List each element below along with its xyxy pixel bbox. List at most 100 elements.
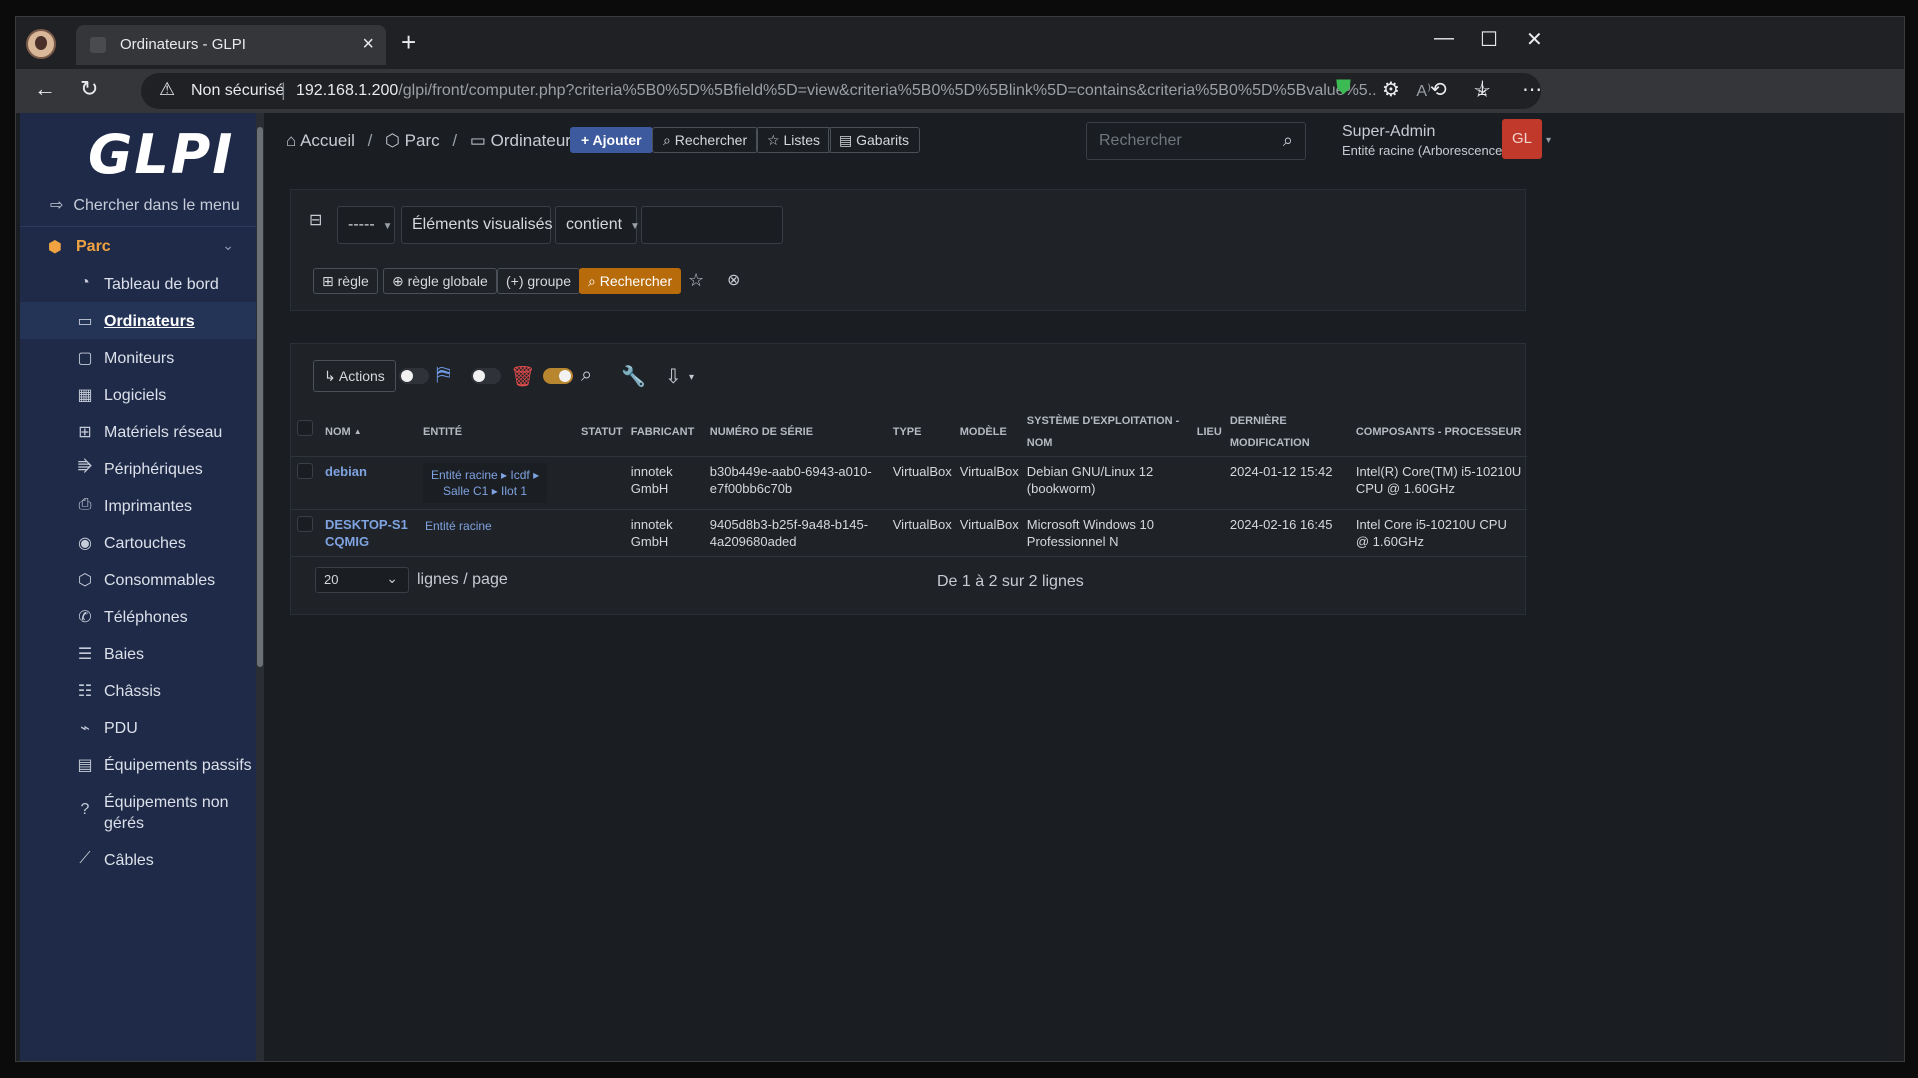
close-window-icon[interactable]: ✕ bbox=[1526, 27, 1543, 52]
wrench-icon[interactable]: 🔧 bbox=[621, 364, 646, 389]
avatar[interactable]: GL bbox=[1502, 119, 1542, 159]
column-nom[interactable]: Nom ▲ bbox=[321, 408, 419, 457]
row-checkbox[interactable] bbox=[297, 462, 313, 479]
deleted-toggle[interactable] bbox=[471, 368, 501, 384]
criteria-search-button[interactable]: ⌕ Rechercher bbox=[579, 268, 682, 294]
sidebar-item-cartouches[interactable]: ◉ Cartouches bbox=[20, 524, 256, 561]
maximize-icon[interactable]: ☐ bbox=[1480, 27, 1498, 52]
download-icon[interactable]: ⤓ bbox=[1478, 77, 1487, 100]
glpi-logo[interactable]: GLPI bbox=[88, 123, 234, 186]
sidebar-item-logiciels[interactable]: ▦ Logiciels bbox=[20, 376, 256, 413]
add-global-rule-label: règle globale bbox=[407, 273, 488, 289]
search-toggle[interactable] bbox=[543, 368, 573, 384]
sidebar-item-equipements-passifs[interactable]: ▤ Équipements passifs bbox=[20, 746, 256, 783]
sidebar-item-label: PDU bbox=[104, 720, 138, 737]
chevron-down-icon[interactable]: ▾ bbox=[1546, 135, 1551, 146]
modified-cell: 2024-02-16 16:45 bbox=[1225, 509, 1352, 557]
sidebar-item-peripheriques[interactable]: ⭆ Périphériques bbox=[20, 450, 256, 487]
row-checkbox[interactable] bbox=[297, 515, 313, 532]
column-derniere-modification[interactable]: Dernière modification bbox=[1225, 408, 1352, 457]
map-icon[interactable]: ⛿ bbox=[436, 364, 451, 387]
breadcrumb-parc[interactable]: Parc bbox=[405, 131, 440, 150]
column-systeme-exploitation[interactable]: Système d'exploitation - Nom bbox=[1022, 408, 1193, 457]
url-text[interactable]: 192.168.1.200/glpi/front/computer.php?cr… bbox=[296, 82, 1376, 100]
browser-tab[interactable]: Ordinateurs - GLPI × bbox=[76, 25, 386, 65]
shield-extension-icon[interactable]: ⛊ bbox=[1336, 77, 1351, 100]
global-search-input[interactable] bbox=[1087, 123, 1267, 159]
profile-avatar[interactable] bbox=[26, 29, 56, 59]
computer-link[interactable]: debian bbox=[325, 464, 367, 479]
menu-search-link[interactable]: ⇨ Chercher dans le menu bbox=[50, 195, 240, 215]
display-toggle[interactable] bbox=[399, 368, 429, 384]
sidebar-item-baies[interactable]: ☰ Baies bbox=[20, 635, 256, 672]
reload-icon[interactable]: ↻ bbox=[80, 76, 98, 102]
computer-link[interactable]: DESKTOP-S1CQMIG bbox=[325, 517, 408, 549]
lists-button[interactable]: ☆ Listes bbox=[756, 127, 832, 153]
sidebar-section-parc[interactable]: ⬢ Parc ⌄ bbox=[20, 226, 256, 266]
column-type[interactable]: Type bbox=[888, 408, 956, 457]
sidebar-item-label: Périphériques bbox=[104, 461, 203, 478]
sidebar-item-imprimantes[interactable]: ⎙ Imprimantes bbox=[20, 487, 256, 524]
select-all-checkbox[interactable] bbox=[297, 419, 313, 436]
box-icon: ⬡ bbox=[78, 572, 92, 589]
history-icon[interactable]: ⟲ bbox=[1430, 77, 1447, 102]
printer-icon: ⎙ bbox=[78, 496, 92, 513]
per-page-select[interactable]: 20 ⌄ bbox=[315, 567, 409, 593]
column-lieu[interactable]: Lieu bbox=[1192, 408, 1226, 457]
sidebar-scrollbar-thumb[interactable] bbox=[257, 127, 263, 667]
sidebar-item-equipements-non-geres[interactable]: ? Équipements non gérés bbox=[20, 783, 256, 841]
save-search-star-icon[interactable]: ☆ bbox=[688, 270, 704, 291]
templates-button[interactable]: ▤ Gabarits bbox=[828, 127, 921, 153]
chevron-down-icon[interactable]: ▾ bbox=[689, 372, 694, 383]
address-bar[interactable]: ⚠ Non sécurisé | 192.168.1.200/glpi/fron… bbox=[141, 73, 1541, 109]
minimize-icon[interactable]: — bbox=[1434, 27, 1454, 50]
search-icon[interactable]: ⌕ bbox=[581, 364, 592, 387]
actions-button[interactable]: ↳ Actions bbox=[313, 360, 396, 392]
sidebar-item-tableau-de-bord[interactable]: ◔ Tableau de bord bbox=[20, 265, 256, 302]
column-modele[interactable]: Modèle bbox=[955, 408, 1023, 457]
column-numero-de-serie[interactable]: Numéro de série bbox=[705, 408, 889, 457]
user-info[interactable]: Super-Admin Entité racine (Arborescence) bbox=[1342, 123, 1507, 158]
sidebar-item-cables[interactable]: ⟋ Câbles bbox=[20, 841, 256, 878]
more-menu-icon[interactable]: ⋯ bbox=[1522, 77, 1542, 102]
trash-icon[interactable]: 🗑 bbox=[510, 364, 535, 389]
entity-breadcrumb[interactable]: Entité racine bbox=[423, 516, 494, 536]
back-icon[interactable]: ← bbox=[34, 76, 56, 102]
criteria-field-select[interactable]: Éléments visualisés▼ bbox=[401, 206, 570, 244]
serial-cell: b30b449e-aab0-6943-a010-e7f00bb6c70b bbox=[705, 456, 889, 510]
box-icon: ⬡ bbox=[385, 131, 400, 150]
page-scrollbar[interactable] bbox=[1890, 113, 1904, 1061]
add-button[interactable]: + Ajouter bbox=[570, 127, 653, 153]
tab-close-icon[interactable]: × bbox=[362, 33, 374, 56]
read-aloud-icon[interactable]: A⁾ bbox=[1416, 81, 1431, 101]
search-button[interactable]: ⌕ Rechercher bbox=[652, 127, 759, 153]
sidebar-item-materiels-reseau[interactable]: ⊞ Matériels réseau bbox=[20, 413, 256, 450]
breadcrumb-ordinateurs[interactable]: Ordinateurs bbox=[491, 131, 580, 150]
export-file-icon[interactable]: ⇩ bbox=[665, 364, 682, 389]
collapse-icon[interactable]: ⊟ bbox=[309, 210, 322, 230]
criteria-value-input[interactable] bbox=[641, 206, 783, 244]
sidebar-item-consommables[interactable]: ⬡ Consommables bbox=[20, 561, 256, 598]
add-global-rule-button[interactable]: ⊕ règle globale bbox=[383, 268, 497, 294]
add-group-button[interactable]: (+) groupe bbox=[497, 268, 580, 294]
reset-circle-x-icon[interactable]: ⊗ bbox=[727, 270, 740, 290]
search-icon[interactable]: ⌕ bbox=[1283, 130, 1293, 151]
criteria-link-select[interactable]: ----- ▼ bbox=[337, 206, 395, 244]
criteria-operator-select[interactable]: contient ▼ bbox=[555, 206, 640, 244]
entity-breadcrumb[interactable]: Entité racine ▸ Icdf ▸ Salle C1 ▸ Ilot 1 bbox=[423, 462, 548, 503]
sidebar-item-ordinateurs[interactable]: ▭ Ordinateurs bbox=[20, 302, 256, 339]
column-entite[interactable]: Entité bbox=[419, 408, 577, 457]
sidebar-scrollbar[interactable] bbox=[256, 113, 264, 1061]
security-status[interactable]: Non sécurisé bbox=[191, 82, 284, 100]
column-fabricant[interactable]: Fabricant bbox=[626, 408, 706, 457]
sidebar-item-telephones[interactable]: ✆ Téléphones bbox=[20, 598, 256, 635]
sidebar-item-pdu[interactable]: ⌁ PDU bbox=[20, 709, 256, 746]
breadcrumb-accueil[interactable]: Accueil bbox=[300, 131, 355, 150]
extensions-icon[interactable]: ⚙ bbox=[1382, 77, 1400, 102]
sidebar-item-moniteurs[interactable]: ▢ Moniteurs bbox=[20, 339, 256, 376]
column-composants-processeur[interactable]: Composants - Processeur bbox=[1351, 408, 1527, 457]
column-statut[interactable]: Statut bbox=[577, 408, 627, 457]
sidebar-item-chassis[interactable]: ☷ Châssis bbox=[20, 672, 256, 709]
add-rule-button[interactable]: ⊞ règle bbox=[313, 268, 378, 294]
new-tab-icon[interactable]: + bbox=[401, 27, 416, 58]
